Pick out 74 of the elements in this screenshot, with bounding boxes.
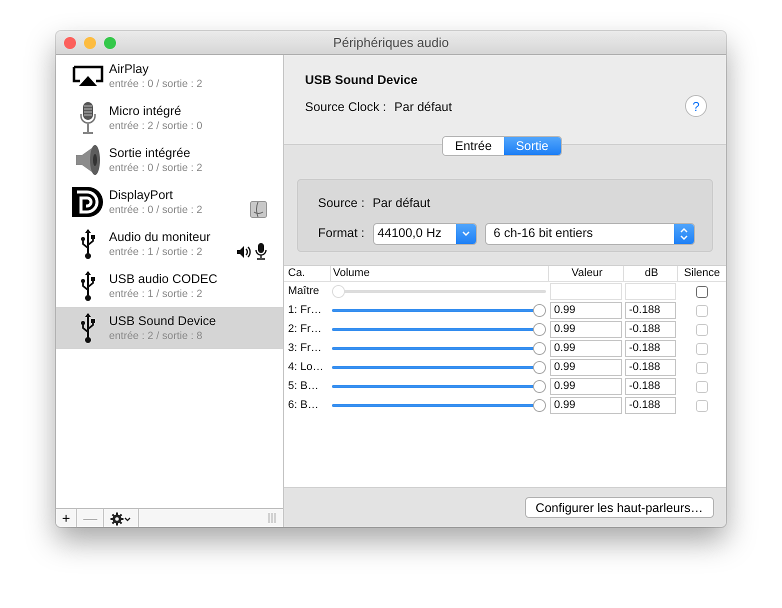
usb-icon [80, 270, 96, 302]
value-field[interactable] [550, 283, 622, 300]
column-header[interactable]: Volume [330, 266, 548, 281]
channel-count: entrée : 2 / sortie : 8 [109, 328, 204, 342]
mute-checkbox[interactable] [696, 286, 708, 298]
channel-count: entrée : 1 / sortie : 2 [109, 244, 204, 258]
volume-slider[interactable] [332, 361, 546, 374]
channel-count: entrée : 0 / sortie : 2 [109, 76, 202, 90]
column-header[interactable]: Ca. [284, 266, 330, 281]
close-button[interactable] [64, 37, 76, 49]
device-name: DisplayPort [109, 188, 174, 202]
channel-name: 6: B… [287, 398, 320, 414]
channel-count: entrée : 1 / sortie : 2 [109, 286, 204, 300]
channel-count: entrée : 0 / sortie : 2 [109, 160, 202, 174]
slider-thumb[interactable] [533, 304, 546, 317]
device-name: Audio du moniteur [109, 230, 210, 244]
channel-name: 4: Lo… [287, 360, 324, 376]
configure-speakers-button[interactable]: Configurer les haut-parleurs… [524, 497, 714, 518]
channel-name: 2: Fr… [287, 322, 323, 338]
device-item[interactable]: AirPlay entrée : 0 / sortie : 2 [56, 55, 283, 97]
speaker-icon [73, 144, 103, 176]
device-item[interactable]: Sortie intégrée entrée : 0 / sortie : 2 [56, 139, 283, 181]
format-label: Format : [318, 225, 365, 242]
help-button[interactable]: ? [685, 95, 707, 117]
column-header[interactable]: Valeur [548, 266, 623, 281]
up-down-arrows-icon [680, 226, 688, 241]
db-field[interactable] [625, 283, 676, 300]
slider-thumb[interactable] [533, 399, 546, 412]
device-name: AirPlay [109, 62, 150, 76]
usb-icon [80, 312, 96, 344]
add-button[interactable]: + [56, 509, 78, 527]
volume-slider[interactable] [332, 380, 546, 393]
usb-icon [80, 228, 96, 260]
sample-rate-combo[interactable]: 44100,0 Hz [372, 222, 477, 245]
volume-slider[interactable] [332, 399, 546, 412]
column-header[interactable]: dB [623, 266, 677, 281]
device-item[interactable]: DisplayPort entrée : 0 / sortie : 2 [56, 181, 283, 223]
volume-slider[interactable] [332, 323, 546, 336]
device-name: USB Sound Device [109, 314, 216, 328]
channel-name: 5: B… [287, 379, 320, 394]
resize-handle-icon[interactable] [267, 513, 277, 523]
microphone-icon [80, 101, 96, 135]
slider-thumb[interactable] [533, 342, 546, 355]
device-name: USB audio CODEC [109, 272, 218, 286]
channel-count: entrée : 0 / sortie : 2 [109, 202, 202, 216]
source-value: Par défaut [372, 195, 430, 212]
displayport-icon [71, 186, 105, 218]
column-header[interactable]: Silence [677, 266, 726, 281]
channel-count: entrée : 2 / sortie : 0 [109, 118, 202, 132]
channel-name: 1: Fr… [287, 303, 323, 318]
channel-name: Maître [287, 284, 320, 300]
volume-slider[interactable] [332, 285, 546, 298]
device-item[interactable]: USB audio CODEC entrée : 1 / sortie : 2 [56, 265, 283, 307]
device-item[interactable]: USB Sound Device entrée : 2 / sortie : 8 [56, 307, 283, 349]
zoom-button[interactable] [104, 37, 116, 49]
source-clock-label: Source Clock : [305, 98, 386, 116]
device-item[interactable]: Audio du moniteur entrée : 1 / sortie : 2 [56, 223, 283, 265]
channel-name: 3: Fr… [287, 341, 323, 356]
device-title: USB Sound Device [305, 72, 419, 89]
format-dropdown[interactable]: 6 ch-16 bit entiers [484, 222, 695, 245]
window-title: Périphériques audio [333, 34, 449, 52]
source-clock-value: Par défaut [394, 98, 452, 116]
chevron-down-icon [462, 230, 470, 237]
volume-slider[interactable] [332, 342, 546, 355]
source-label: Source : [318, 195, 365, 212]
airplay-icon [72, 65, 104, 87]
minimize-button[interactable] [84, 37, 96, 49]
device-name: Sortie intégrée [109, 146, 192, 160]
device-item[interactable]: Micro intégré entrée : 2 / sortie : 0 [56, 97, 283, 139]
device-name: Micro intégré [109, 104, 182, 118]
slider-thumb[interactable] [533, 323, 546, 336]
slider-thumb[interactable] [533, 361, 546, 374]
slider-thumb[interactable] [533, 380, 546, 393]
volume-slider[interactable] [332, 304, 546, 317]
